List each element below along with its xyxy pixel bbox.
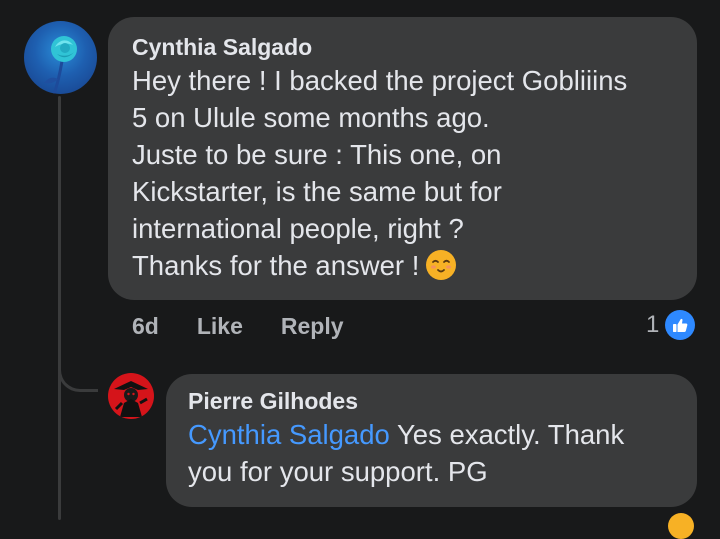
- reply-button[interactable]: Reply: [281, 313, 344, 340]
- comment-line: 5 on Ulule some months ago.: [132, 102, 490, 133]
- like-icon: [665, 310, 696, 340]
- comment-line: Hey there ! I backed the project Gobliii…: [132, 65, 628, 96]
- comment-text: Hey there ! I backed the project Gobliii…: [132, 62, 673, 284]
- mention-link[interactable]: Cynthia Salgado: [188, 419, 390, 450]
- avatar-rose-icon: [44, 36, 77, 94]
- like-button[interactable]: Like: [197, 313, 243, 340]
- comment-line: international people, right ?: [132, 213, 464, 244]
- comment-bubble: Cynthia Salgado Hey there ! I backed the…: [108, 17, 697, 300]
- reaction-count: 1: [646, 311, 660, 338]
- smiling-face-emoji-icon: [426, 250, 457, 280]
- comment-last-line: Thanks for the answer !: [132, 247, 673, 284]
- reply-line: Cynthia Salgado Yes exactly. Thank: [188, 416, 675, 453]
- partial-emoji-icon: [668, 513, 694, 539]
- comment-line: Thanks for the answer !: [132, 250, 420, 281]
- avatar-figure-icon: [114, 381, 148, 417]
- avatar[interactable]: [24, 21, 97, 94]
- comment-timestamp[interactable]: 6d: [132, 313, 159, 340]
- reply-line-text: Yes exactly. Thank: [389, 419, 625, 450]
- comment-line: Juste to be sure : This one, on: [132, 139, 502, 170]
- thumbs-up-icon: [673, 318, 688, 332]
- reply-line: you for your support. PG: [188, 456, 488, 487]
- comment-line: Kickstarter, is the same but for: [132, 176, 502, 207]
- comment-author[interactable]: Cynthia Salgado: [132, 32, 673, 62]
- reaction-summary[interactable]: 1: [646, 308, 696, 342]
- reply-bubble: Pierre Gilhodes Cynthia Salgado Yes exac…: [166, 374, 697, 507]
- comment-actions: 6d Like Reply: [132, 310, 382, 342]
- thread-connector-line: [58, 96, 61, 520]
- reply-avatar[interactable]: [108, 373, 154, 419]
- reply-text: Cynthia Salgado Yes exactly. Thank you f…: [188, 416, 675, 490]
- thread-connector-curve: [58, 352, 98, 392]
- reply-author[interactable]: Pierre Gilhodes: [188, 386, 675, 416]
